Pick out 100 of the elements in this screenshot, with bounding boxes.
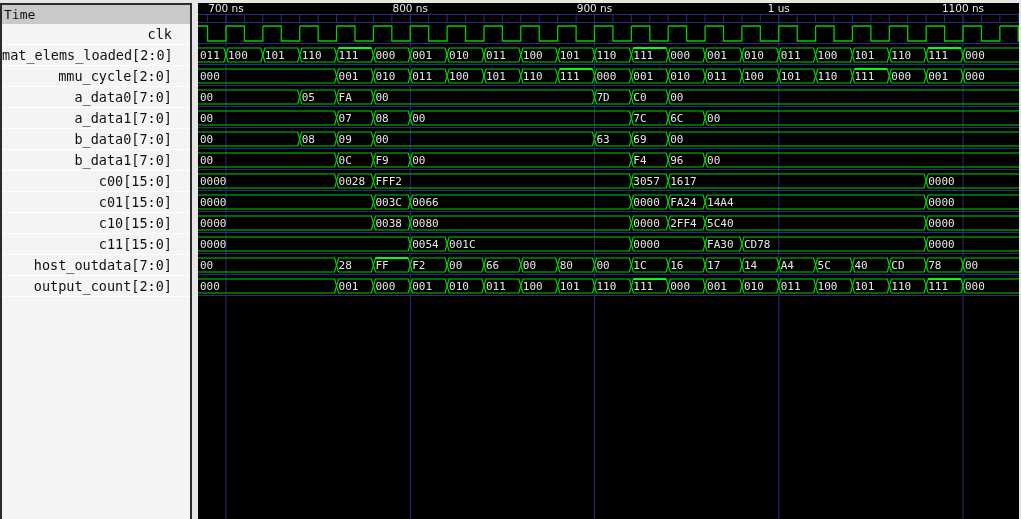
bus-value: 001: [633, 70, 654, 83]
bus-value: 000: [965, 49, 985, 62]
bus-value: 010: [743, 49, 764, 62]
bus-value: 0000: [200, 196, 227, 209]
bus-value: 010: [449, 49, 469, 62]
bus-value: 0054: [412, 238, 439, 251]
time-header: Time: [2, 5, 190, 24]
bus-value: 001: [928, 70, 949, 83]
signal-name[interactable]: host_outdata[7:0]: [2, 255, 190, 276]
bus-value: 09: [338, 133, 352, 146]
signal-name[interactable]: b_data0[7:0]: [2, 129, 190, 150]
bus-value: FF: [375, 259, 389, 272]
bus-value: 00: [670, 133, 684, 146]
bus-value: 0000: [928, 217, 955, 230]
bus-value: 7C: [633, 112, 647, 125]
bus-value: 0080: [412, 217, 439, 230]
bus-value: 0066: [412, 196, 439, 209]
bus-value: 00: [707, 112, 721, 125]
signal-name[interactable]: c01[15:0]: [2, 192, 190, 213]
bus-value: 010: [743, 280, 764, 293]
bus-value: 0000: [200, 217, 227, 230]
bus-value: 010: [375, 70, 396, 83]
bus-value: 000: [200, 70, 220, 83]
bus-value: 000: [596, 70, 617, 83]
bus-value: 111: [854, 70, 875, 83]
signal-name[interactable]: output_count[2:0]: [2, 276, 190, 297]
signal-name[interactable]: mmu_cycle[2:0]: [2, 66, 190, 87]
bus-value: FFF2: [375, 175, 402, 188]
bus-value: 000: [375, 49, 396, 62]
bus-value: 101: [485, 70, 506, 83]
signal-name[interactable]: clk: [2, 24, 190, 45]
bus-value: 63: [596, 133, 610, 146]
bus-value: FA24: [670, 196, 697, 209]
bus-value: F2: [412, 259, 426, 272]
bus-value: C0: [633, 91, 647, 104]
bus-value: 110: [596, 49, 617, 62]
bus-value: 00: [412, 112, 426, 125]
signal-name[interactable]: mat_elems_loaded[2:0]: [2, 45, 190, 66]
bus-value: 69: [633, 133, 647, 146]
bus-value: 000: [670, 280, 691, 293]
bus-value: 101: [854, 49, 875, 62]
bus-value: 111: [633, 49, 654, 62]
bus-value: 1617: [670, 175, 697, 188]
bus-value: 100: [817, 49, 838, 62]
bus-value: 000: [965, 280, 985, 293]
bus-value: 14A4: [707, 196, 734, 209]
bus-value: 101: [559, 49, 580, 62]
signal-name[interactable]: a_data1[7:0]: [2, 108, 190, 129]
bus-value: 00: [375, 133, 389, 146]
bus-value: 001: [412, 280, 433, 293]
bus-value: 00: [670, 91, 684, 104]
bus-value: 100: [449, 70, 469, 83]
bus-value: 00: [200, 259, 214, 272]
bus-value: FA: [338, 91, 352, 104]
bus-value: 000: [200, 280, 220, 293]
bus-value: 010: [670, 70, 691, 83]
bus-value: 100: [817, 280, 838, 293]
signal-name[interactable]: c11[15:0]: [2, 234, 190, 255]
time-label: 800 ns: [392, 3, 428, 14]
bus-value: 00: [200, 112, 214, 125]
bus-value: 011: [412, 70, 433, 83]
bus-value: 00: [596, 259, 610, 272]
bus-value: 001C: [449, 238, 476, 251]
bus-value: 111: [928, 49, 949, 62]
bus-value: 101: [780, 70, 801, 83]
bus-value: 011: [707, 70, 727, 83]
bus-value: 00: [449, 259, 463, 272]
bus-value: 111: [559, 70, 580, 83]
signal-name[interactable]: c10[15:0]: [2, 213, 190, 234]
bus-value: 001: [707, 49, 727, 62]
bus-value: 05: [301, 91, 315, 104]
bus-value: 001: [338, 280, 359, 293]
bus-value: 1C: [633, 259, 647, 272]
bus-value: 0C: [338, 154, 352, 167]
bus-value: 0028: [338, 175, 366, 188]
bus-value: 7D: [596, 91, 610, 104]
bus-value: 110: [301, 49, 322, 62]
bus-value: 110: [891, 49, 912, 62]
bus-value: 08: [301, 133, 315, 146]
bus-value: 0000: [633, 196, 660, 209]
signal-name[interactable]: b_data1[7:0]: [2, 150, 190, 171]
bus-value: 000: [891, 70, 912, 83]
bus-value: 00: [200, 91, 214, 104]
bus-value: 000: [965, 70, 985, 83]
bus-value: 0000: [200, 175, 227, 188]
time-label: 900 ns: [576, 3, 613, 14]
bus-value: 011: [200, 49, 220, 62]
bus-value: 100: [743, 70, 764, 83]
bus-value: 0000: [928, 196, 955, 209]
bus-value: 011: [485, 280, 506, 293]
bus-value: 111: [633, 280, 654, 293]
bus-value: 110: [817, 70, 838, 83]
bus-value: 66: [485, 259, 500, 272]
bus-value: 101: [559, 280, 580, 293]
bus-value: 17: [707, 259, 721, 272]
signal-name[interactable]: c00[15:0]: [2, 171, 190, 192]
bus-value: 003C: [375, 196, 402, 209]
signal-name[interactable]: a_data0[7:0]: [2, 87, 190, 108]
bus-value: 111: [338, 49, 359, 62]
bus-value: 80: [559, 259, 573, 272]
